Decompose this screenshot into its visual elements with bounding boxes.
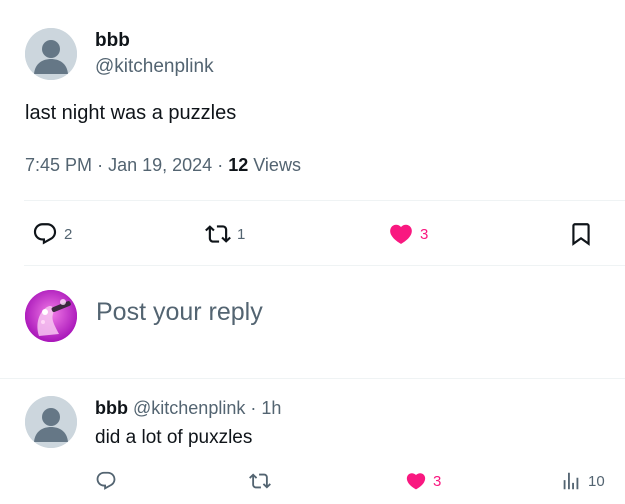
tweet-text: last night was a puzzles — [25, 102, 237, 124]
heart-filled-icon — [405, 470, 427, 492]
bookmark-icon — [568, 221, 594, 247]
meta-separator: · — [217, 155, 224, 175]
reply-views-button[interactable]: 10 — [560, 470, 605, 492]
heart-filled-icon — [388, 221, 414, 247]
like-action-button[interactable]: 3 — [388, 221, 428, 247]
reply-header: bbb @kitchenplink · 1h — [95, 398, 281, 419]
reply-icon — [32, 221, 58, 247]
reply-like-button[interactable]: 3 — [405, 470, 441, 492]
retweet-icon — [205, 221, 231, 247]
reply-action-button[interactable]: 2 — [32, 221, 72, 247]
like-count: 3 — [420, 225, 429, 243]
current-user-avatar[interactable] — [25, 290, 77, 342]
reply-like-count: 3 — [433, 472, 442, 490]
reply-separator: · — [250, 398, 257, 418]
reply-age[interactable]: 1h — [261, 398, 281, 418]
reply-retweet-button[interactable] — [249, 470, 271, 492]
reply-author-handle[interactable]: @kitchenplink — [133, 398, 245, 418]
divider — [0, 378, 625, 379]
reply-views-count: 10 — [588, 472, 605, 490]
views-count: 12 — [228, 155, 249, 175]
retweet-icon — [249, 470, 271, 492]
reply-author-avatar[interactable] — [25, 396, 77, 448]
default-avatar-icon — [25, 28, 77, 80]
analytics-icon — [560, 470, 582, 492]
meta-separator: · — [97, 155, 104, 175]
reply-input[interactable]: Post your reply — [96, 298, 263, 327]
tweet-meta: 7:45 PM · Jan 19, 2024 · 12 Views — [25, 155, 301, 176]
reply-author-name[interactable]: bbb — [95, 398, 128, 418]
reply-count: 2 — [64, 225, 73, 243]
retweet-count: 1 — [237, 225, 246, 243]
author-avatar[interactable] — [25, 28, 77, 80]
default-avatar-icon — [25, 396, 77, 448]
profile-picture-icon — [25, 290, 77, 342]
author-name[interactable]: bbb — [95, 30, 130, 52]
reply-reply-button[interactable] — [95, 470, 117, 492]
tweet-time[interactable]: 7:45 PM — [25, 155, 92, 175]
tweet-date[interactable]: Jan 19, 2024 — [108, 155, 212, 175]
divider — [24, 200, 625, 201]
reply-icon — [95, 470, 117, 492]
views-label: Views — [253, 155, 301, 175]
author-handle[interactable]: @kitchenplink — [95, 56, 214, 78]
divider — [24, 265, 625, 266]
bookmark-action-button[interactable] — [568, 221, 594, 247]
reply-text: did a lot of puxzles — [95, 427, 253, 448]
retweet-action-button[interactable]: 1 — [205, 221, 245, 247]
